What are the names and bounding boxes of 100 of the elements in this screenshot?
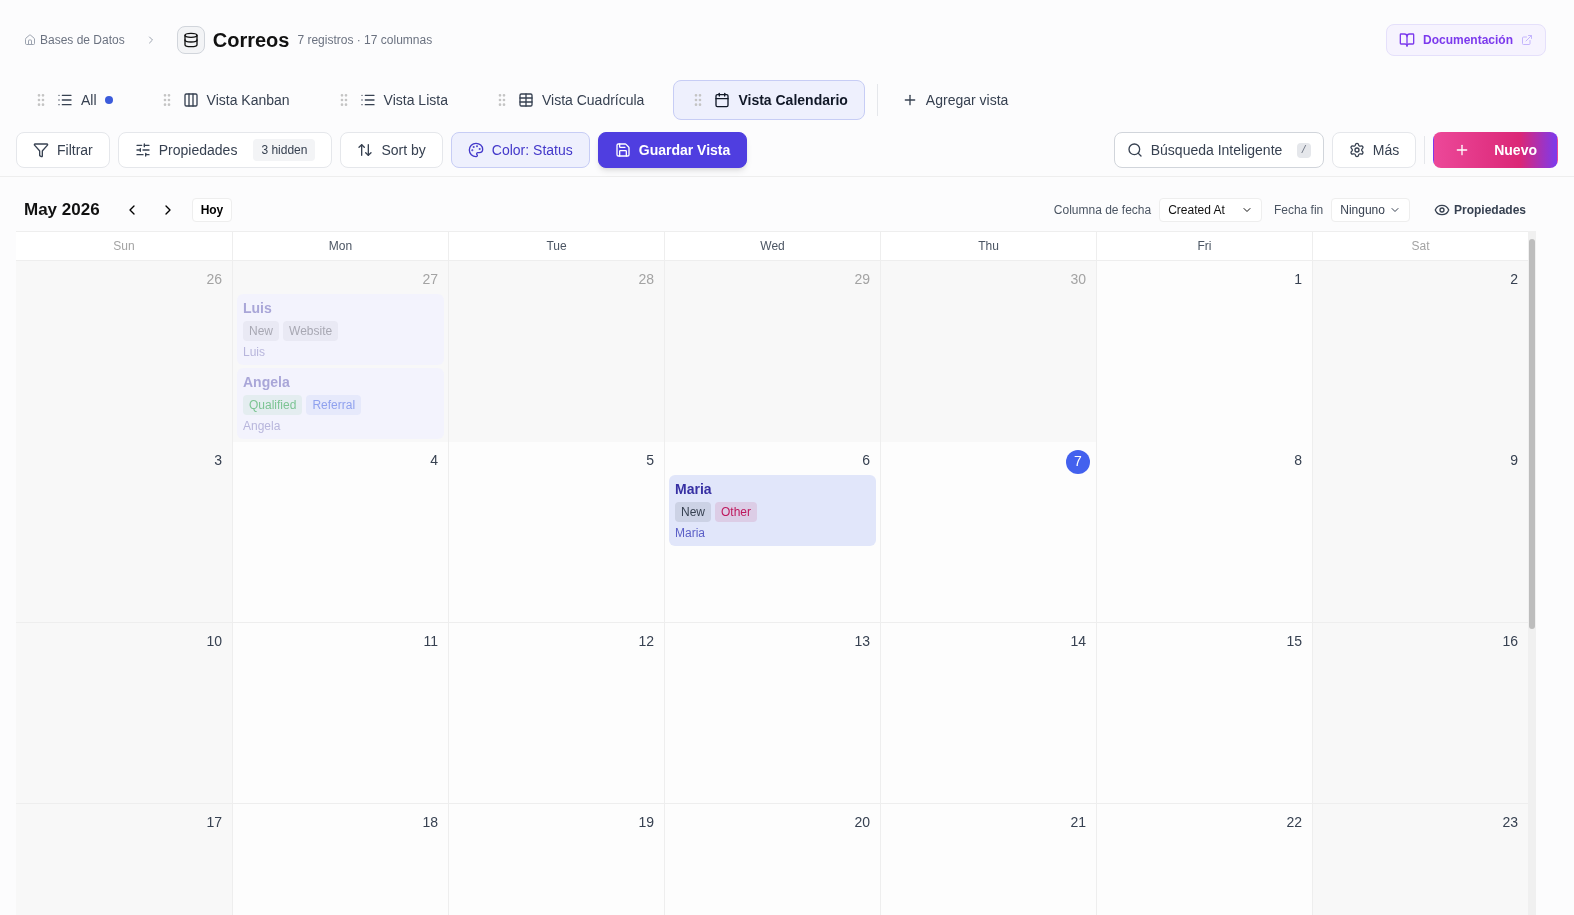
day-number: 4 (430, 450, 438, 470)
breadcrumb-link[interactable]: Bases de Datos (40, 31, 125, 49)
end-date-select[interactable]: Ninguno (1331, 197, 1410, 222)
sort-icon (357, 142, 374, 158)
properties-label: Propiedades (158, 140, 238, 160)
view-tab[interactable]: Vista Kanban (141, 80, 307, 120)
day-cell[interactable]: 3 (16, 441, 232, 622)
hidden-count: 3 hidden (253, 139, 316, 161)
home-icon (24, 34, 36, 46)
date-column-select[interactable]: Created At (1159, 197, 1262, 222)
weekday-header: Fri (1197, 237, 1212, 255)
page-meta: 7 registros · 17 columnas (297, 32, 433, 49)
status-tag: Referral (306, 394, 362, 415)
event-subtitle: Luis (243, 343, 266, 361)
event-title: Luis (243, 298, 273, 318)
add-view-button[interactable]: Agregar vista (889, 80, 1021, 120)
day-cell[interactable]: 2 (1312, 260, 1528, 442)
day-number: 5 (646, 450, 654, 470)
database-icon (182, 32, 199, 48)
end-date-label: Fecha fin (1273, 201, 1324, 219)
sort-button[interactable]: Sort by (340, 132, 443, 168)
day-number: 20 (854, 812, 870, 832)
day-number: 8 (1294, 450, 1302, 470)
day-number: 23 (1502, 812, 1518, 832)
weekday-header: Wed (760, 237, 785, 255)
day-number: 2 (1510, 269, 1518, 289)
new-button[interactable]: Nuevo (1433, 132, 1558, 168)
month-title: May 2026 (24, 199, 100, 221)
day-number: 30 (1070, 269, 1086, 289)
shortcut-key: / (1296, 142, 1311, 158)
day-number: 16 (1502, 631, 1518, 651)
filter-button[interactable]: Filtrar (16, 132, 110, 168)
day-number: 21 (1070, 812, 1086, 832)
day-number: 10 (206, 631, 222, 651)
event-title: Angela (243, 372, 291, 392)
event-card[interactable]: Maria New Other Maria (669, 474, 876, 546)
properties-link[interactable]: Propiedades (1433, 200, 1526, 219)
day-number: 14 (1070, 631, 1086, 651)
status-tag: Website (283, 320, 339, 341)
day-number: 15 (1286, 631, 1302, 651)
properties-button[interactable]: Propiedades 3 hidden (117, 132, 333, 168)
day-number: 12 (638, 631, 654, 651)
search-icon (1126, 142, 1143, 158)
status-tag: New (675, 501, 711, 522)
status-tag: New (243, 320, 279, 341)
scrollbar[interactable] (1528, 230, 1536, 915)
day-cell[interactable]: 17 (16, 803, 232, 915)
search-field[interactable]: Búsqueda Inteligente / (1113, 132, 1324, 168)
settings-icon (1348, 142, 1365, 158)
view-tab[interactable]: Vista Cuadrícula (476, 80, 662, 120)
list-icon (359, 92, 376, 108)
day-number: 7 (1066, 449, 1090, 474)
weekday-header: Mon (328, 237, 353, 255)
status-tag: Other (715, 501, 758, 522)
day-cell[interactable]: 9 (1312, 441, 1528, 622)
color-button[interactable]: Color: Status (450, 132, 590, 168)
day-number: 1 (1294, 269, 1302, 289)
day-number: 17 (206, 812, 222, 832)
day-number: 29 (854, 269, 870, 289)
view-tab[interactable]: Vista Lista (318, 80, 465, 120)
today-button[interactable]: Hoy (191, 197, 233, 222)
status-tag: Qualified (243, 394, 303, 415)
day-number: 11 (423, 631, 438, 651)
event-subtitle: Maria (675, 524, 706, 542)
view-tab[interactable]: Vista Calendario (673, 80, 865, 120)
day-number: 19 (638, 812, 654, 832)
day-number: 22 (1286, 812, 1302, 832)
day-number: 3 (214, 450, 222, 470)
day-cell[interactable]: 23 (1312, 803, 1528, 915)
calendar-icon (714, 92, 731, 108)
weekday-header: Thu (978, 237, 999, 255)
filter-icon (33, 142, 49, 158)
day-cell[interactable]: 1 (1096, 260, 1312, 442)
view-tab[interactable]: All (16, 80, 130, 120)
weekday-header: Sat (1411, 237, 1430, 255)
book-icon (1399, 32, 1415, 48)
docs-button[interactable]: Documentación (1386, 24, 1546, 56)
grid-icon (517, 92, 534, 108)
day-number: 18 (422, 812, 438, 832)
save-view-button[interactable]: Guardar Vista (597, 132, 748, 168)
day-number: 27 (422, 269, 438, 289)
day-cell[interactable]: 16 (1312, 622, 1528, 803)
list-icon (57, 92, 73, 108)
day-cell[interactable]: 10 (16, 622, 232, 803)
day-number: 13 (854, 631, 870, 651)
day-number: 28 (638, 269, 654, 289)
day-number: 6 (862, 450, 870, 470)
sliders-icon (134, 142, 151, 158)
day-number: 26 (206, 269, 222, 289)
kanban-icon (182, 92, 199, 108)
page-title: Correos (212, 28, 290, 53)
external-link-icon (1521, 34, 1533, 46)
palette-icon (467, 142, 484, 158)
event-subtitle: Angela (243, 417, 282, 435)
search-placeholder: Búsqueda Inteligente (1150, 140, 1284, 160)
more-button[interactable]: Más (1331, 132, 1417, 168)
weekday-header: Sun (113, 237, 135, 255)
event-title: Maria (675, 479, 713, 499)
weekday-header: Tue (546, 237, 567, 255)
day-number: 9 (1510, 450, 1518, 470)
